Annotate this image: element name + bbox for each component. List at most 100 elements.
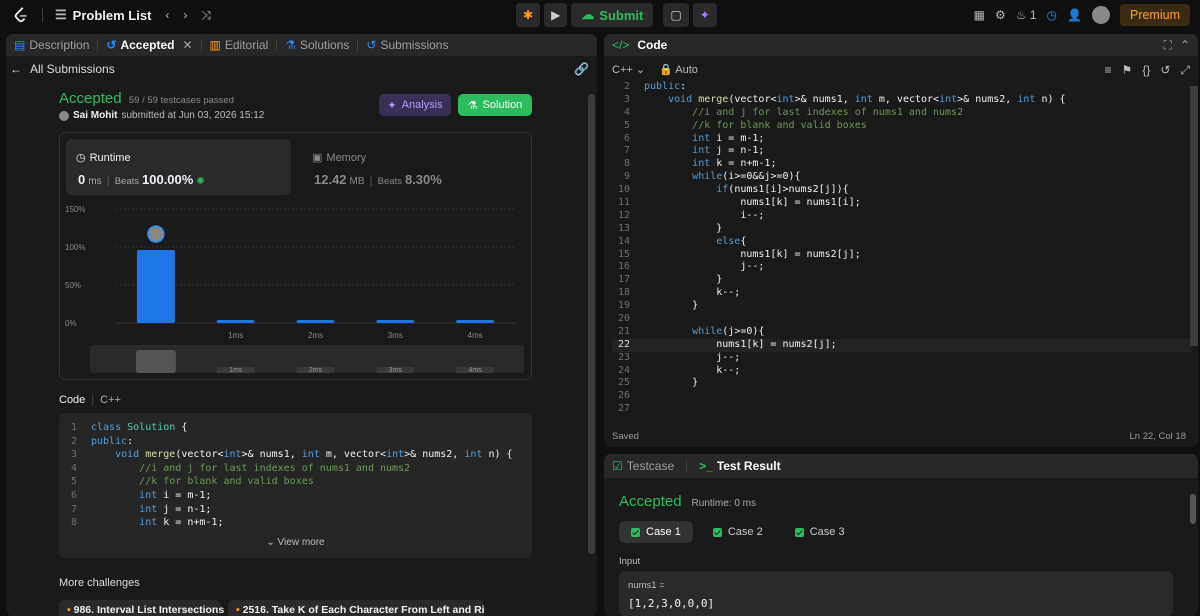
book-icon: ▥ bbox=[209, 38, 221, 52]
runtime-distribution-chart: 150% 100% 50% 0% 1ms 2ms 3ms 4ms 1ms 2ms 3ms 4ms bbox=[65, 205, 524, 374]
code-line: 3 void merge(vector<int>& nums1, int m, … bbox=[623, 93, 1066, 105]
add-user-icon[interactable]: 👤 bbox=[1067, 8, 1082, 22]
shuffle-icon[interactable]: ⤨ bbox=[201, 8, 211, 23]
collapse-icon[interactable]: ⌃ bbox=[1180, 38, 1190, 52]
solution-button[interactable]: ⚗ Solution bbox=[458, 94, 532, 116]
expand-icon[interactable]: ⛶ bbox=[1164, 38, 1172, 53]
input-value: [1,2,3,0,0,0] bbox=[628, 597, 715, 610]
leetcode-logo-icon[interactable] bbox=[12, 6, 30, 24]
code-line: 3 void merge(vector<int>& nums1, int m, … bbox=[70, 449, 513, 461]
editor-code[interactable]: 2 public: 3 void merge(vector<int>& nums1… bbox=[612, 81, 1192, 416]
left-panel: ▤ Description ↺ Accepted ✕ ▥ Editorial ⚗ Solu… bbox=[6, 34, 597, 616]
history-icon: ↺ bbox=[366, 38, 377, 52]
case-1-button[interactable]: Case 1 bbox=[619, 521, 693, 543]
performance-card: ◷ Runtime 0 ms | Beats 100.00% ✺ ▣ Memory … bbox=[59, 132, 532, 380]
username[interactable]: Sai Mohit bbox=[73, 110, 117, 121]
tab-label: Editorial bbox=[224, 38, 269, 52]
bookmark-icon[interactable]: ⚑ bbox=[1122, 63, 1133, 78]
memory-value: 12.42 bbox=[314, 172, 347, 187]
challenge-card[interactable]: • 986. Interval List Intersections bbox=[59, 600, 224, 616]
code-editor-panel: </> Code ⛶ ⌃ C++ ⌄ 🔒 Auto ≡ ⚑ {} ↺ ⤢ 2 public… bbox=[604, 34, 1198, 447]
code-line: 12 i--; bbox=[617, 209, 765, 221]
analysis-button[interactable]: ✦ Analysis bbox=[379, 94, 451, 116]
sparkle-icon: ✦ bbox=[699, 8, 710, 22]
runtime-card[interactable]: ◷ Runtime 0 ms | Beats 100.00% ✺ bbox=[66, 139, 291, 195]
tab-label: Test Result bbox=[716, 459, 781, 473]
timer-icon[interactable]: ◷ bbox=[1047, 8, 1057, 22]
chart-x-tick: 3ms bbox=[388, 331, 403, 340]
code-line: 2 public: bbox=[70, 435, 134, 447]
check-icon bbox=[794, 527, 804, 537]
notes-button[interactable]: ▢ bbox=[663, 3, 689, 27]
code-line-current: 22 nums1[k] = nums2[j]; bbox=[612, 338, 1192, 352]
submit-button[interactable]: ☁ Submit bbox=[571, 3, 654, 27]
fullscreen-icon[interactable]: ⤢ bbox=[1180, 63, 1190, 78]
clock-icon: ◷ bbox=[76, 152, 86, 164]
tab-submissions[interactable]: ↺ Submissions bbox=[366, 38, 448, 52]
tab-description[interactable]: ▤ Description bbox=[14, 38, 89, 52]
link-icon[interactable]: 🔗 bbox=[574, 62, 589, 76]
memory-unit: MB bbox=[349, 176, 365, 187]
left-tabs: ▤ Description ↺ Accepted ✕ ▥ Editorial ⚗ Solu… bbox=[6, 34, 597, 56]
top-bar: ☰ Problem List ‹ › ⤨ ✱ ▶ ☁ Submit ▢ ✦ ▦ ⚙… bbox=[0, 0, 1200, 30]
tab-testcase[interactable]: ☑ Testcase bbox=[612, 459, 674, 473]
avatar[interactable] bbox=[1091, 6, 1110, 24]
case-tabs: Case 1 Case 2 Case 3 bbox=[619, 521, 857, 543]
chart-bar bbox=[216, 319, 255, 323]
tab-test-result[interactable]: >_ Test Result bbox=[699, 459, 780, 473]
code-line: 8 int k = n+m-1; bbox=[70, 517, 224, 529]
run-button[interactable]: ▶ bbox=[544, 3, 568, 27]
code-line: 14 else{ bbox=[617, 235, 747, 247]
runtime-value: 0 bbox=[78, 172, 86, 187]
editor-toolbar: C++ ⌄ 🔒 Auto bbox=[612, 63, 698, 76]
view-more-button[interactable]: ⌄ View more bbox=[59, 537, 532, 548]
celebrate-icon: ✺ bbox=[196, 176, 205, 187]
result-runtime: Runtime: 0 ms bbox=[691, 498, 757, 509]
layout-icon[interactable]: ▦ bbox=[974, 8, 985, 22]
avatar bbox=[59, 110, 69, 121]
prev-problem-icon[interactable]: ‹ bbox=[165, 8, 169, 22]
chevron-down-icon: ⌄ bbox=[266, 537, 275, 548]
case-3-button[interactable]: Case 3 bbox=[783, 521, 857, 543]
all-submissions-link[interactable]: ← All Submissions bbox=[10, 62, 115, 76]
check-icon bbox=[631, 527, 640, 537]
solution-label: Solution bbox=[482, 99, 523, 111]
editor-title: Code bbox=[637, 38, 668, 52]
problem-list-button[interactable]: ☰ Problem List bbox=[55, 7, 151, 23]
streak-counter[interactable]: ♨ 1 bbox=[1016, 8, 1037, 22]
auto-mode[interactable]: 🔒 Auto bbox=[659, 63, 698, 76]
note-icon: ▢ bbox=[670, 8, 682, 22]
play-icon: ▶ bbox=[551, 8, 561, 22]
tab-label: Submissions bbox=[380, 38, 449, 52]
tab-accepted[interactable]: ↺ Accepted ✕ bbox=[106, 38, 192, 52]
challenge-title: 2516. Take K of Each Character From Left… bbox=[242, 604, 484, 616]
code-line: 20 bbox=[617, 313, 630, 325]
memory-card[interactable]: ▣ Memory 12.42 MB | Beats 8.30% bbox=[312, 139, 512, 195]
premium-button[interactable]: Premium bbox=[1119, 4, 1190, 26]
ai-button[interactable]: ✦ bbox=[692, 3, 717, 27]
tab-editorial[interactable]: ▥ Editorial bbox=[210, 38, 269, 52]
chart-x-tick: 1ms bbox=[228, 331, 243, 340]
language-select[interactable]: C++ ⌄ bbox=[612, 63, 645, 76]
back-label: All Submissions bbox=[30, 62, 115, 76]
reset-icon[interactable]: ↺ bbox=[1160, 63, 1170, 78]
code-line: 15 nums1[k] = nums2[j]; bbox=[617, 248, 861, 260]
case-label: Case 3 bbox=[809, 526, 845, 538]
tab-solutions[interactable]: ⚗ Solutions bbox=[285, 38, 349, 52]
settings-icon[interactable]: ⚙ bbox=[995, 8, 1006, 22]
result-scrollbar[interactable] bbox=[1190, 494, 1196, 524]
case-2-button[interactable]: Case 2 bbox=[701, 521, 775, 543]
chart-bar bbox=[456, 319, 495, 323]
close-icon[interactable]: ✕ bbox=[182, 38, 192, 52]
format-icon[interactable]: ≡ bbox=[1105, 63, 1112, 78]
code-line: 2 public: bbox=[623, 81, 687, 92]
challenge-card[interactable]: • 2516. Take K of Each Character From Le… bbox=[228, 600, 484, 616]
debug-button[interactable]: ✱ bbox=[516, 3, 541, 27]
code-line: 1 class Solution { bbox=[70, 422, 188, 433]
chart-x-tick: 2ms bbox=[308, 331, 323, 340]
left-scrollbar[interactable] bbox=[588, 94, 595, 554]
input-box: nums1 = [1,2,3,0,0,0] bbox=[619, 571, 1173, 616]
editor-scrollbar[interactable] bbox=[1190, 86, 1198, 346]
next-problem-icon[interactable]: › bbox=[183, 8, 187, 22]
braces-icon[interactable]: {} bbox=[1142, 63, 1150, 78]
